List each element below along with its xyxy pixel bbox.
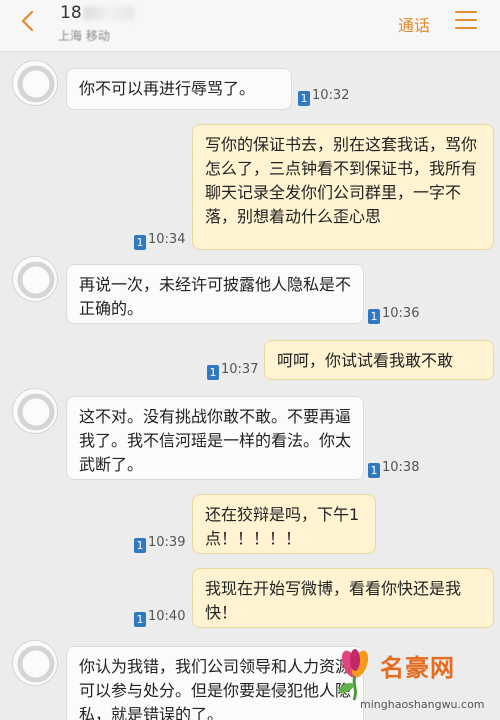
message-time: 10:40 [148,609,186,624]
watermark-url: minghaoshangwu.com [360,698,485,711]
sim-badge: 1 [134,235,146,250]
back-arrow-icon[interactable] [18,10,40,32]
message-bubble-incoming[interactable]: 再说一次，未经许可披露他人隐私是不正确的。 [66,264,364,324]
contact-avatar[interactable] [12,60,58,106]
message-bubble-outgoing[interactable]: 呵呵，你试试看我敢不敢 [264,340,494,380]
message-time: 10:36 [382,306,420,321]
message-bubble-incoming[interactable]: 你认为我错，我们公司领导和人力资源可以参与处分。但是你要是侵犯他人隐私，就是错误… [66,646,364,720]
contact-avatar[interactable] [12,256,58,302]
call-button[interactable]: 通话 [398,12,430,36]
message-time: 10:39 [148,535,186,550]
message-meta: 1 10:34 [134,232,185,250]
message-bubble-outgoing[interactable]: 我现在开始写微博，看看你快还是我快！ [192,568,494,628]
contact-location: 上海 移动 [58,29,110,43]
contact-avatar[interactable] [12,388,58,434]
message-meta: 1 10:38 [368,460,419,478]
message-time: 10:32 [312,88,350,103]
contact-number: 18 [60,3,82,23]
sim-badge: 1 [134,612,146,627]
menu-icon[interactable] [455,11,477,33]
watermark-title: 名豪网 [380,654,455,682]
flower-logo-icon [338,649,369,701]
sim-badge: 1 [368,309,380,324]
redacted-number [83,6,134,20]
message-bubble-outgoing[interactable]: 还在狡辩是吗，下午1点！！！！！ [192,494,376,554]
message-meta: 1 10:32 [298,88,349,106]
message-time: 10:34 [148,232,186,247]
message-bubble-incoming[interactable]: 这不对。没有挑战你敢不敢。不要再逼我了。我不信河瑶是一样的看法。你太武断了。 [66,396,364,480]
sim-badge: 1 [368,463,380,478]
message-time: 10:37 [221,362,259,377]
message-meta: 1 10:36 [368,306,419,324]
sim-badge: 1 [298,91,310,106]
sim-badge: 1 [207,365,219,380]
message-meta: 1 10:40 [134,609,185,627]
sim-badge: 1 [134,538,146,553]
message-time: 10:38 [382,460,420,475]
message-meta: 1 10:39 [134,535,185,553]
message-bubble-outgoing[interactable]: 写你的保证书去，别在这套我话，骂你怎么了，三点钟看不到保证书，我所有聊天记录全发… [192,124,494,250]
contact-avatar[interactable] [12,640,58,686]
contact-name: 18 [60,3,134,23]
message-bubble-incoming[interactable]: 你不可以再进行辱骂了。 [66,68,292,110]
chat-header: 18 上海 移动 通话 [0,0,500,52]
message-meta: 1 10:37 [207,362,258,380]
site-watermark: 名豪网 minghaoshangwu.com [330,640,500,720]
